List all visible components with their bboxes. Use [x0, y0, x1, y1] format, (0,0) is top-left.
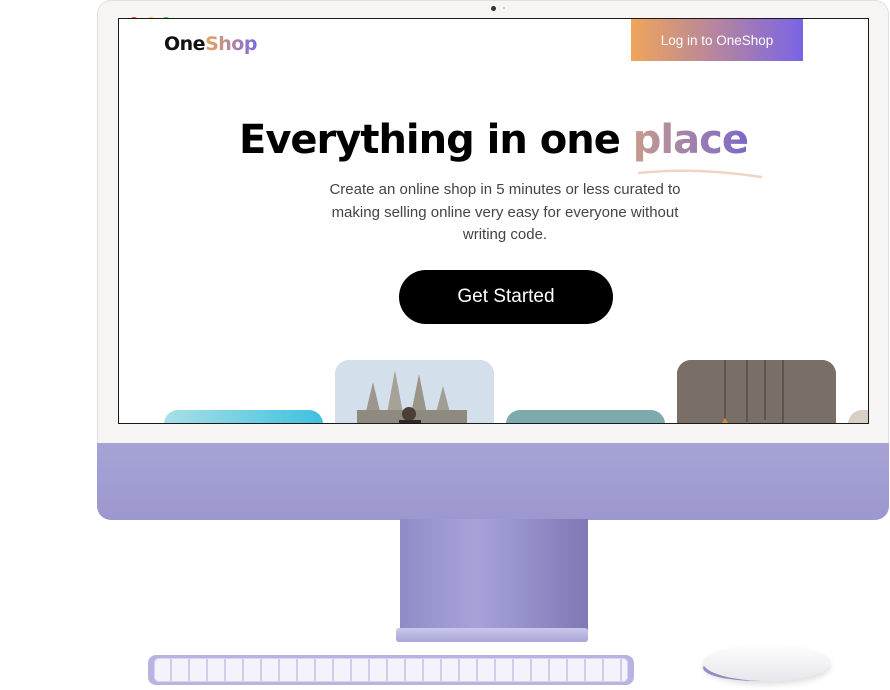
- preview-image-card: [506, 410, 665, 423]
- hero-title-accent: place: [632, 117, 749, 163]
- mouse: [703, 644, 831, 681]
- hero-title-main: Everything in one: [239, 117, 633, 163]
- imac-stand: [400, 519, 588, 631]
- camera-sensor: [503, 7, 505, 9]
- login-button[interactable]: Log in to OneShop: [631, 19, 803, 61]
- imac-stand-base: [396, 628, 588, 642]
- brand-logo-part1: One: [164, 33, 206, 55]
- preview-image-card: [335, 360, 494, 423]
- lamps-photo: [677, 360, 836, 423]
- preview-image-card: [677, 360, 836, 423]
- website-screen: OneShop Log in to OneShop Everything in …: [118, 18, 869, 424]
- get-started-button[interactable]: Get Started: [399, 270, 613, 324]
- cathedral-photo: [335, 360, 494, 423]
- hero-title: Everything in one place: [119, 117, 868, 163]
- preview-image-card: [848, 410, 868, 423]
- hero-subtitle: Create an online shop in 5 minutes or le…: [329, 181, 681, 243]
- keyboard-keys: [154, 658, 628, 682]
- brand-logo[interactable]: OneShop: [164, 33, 257, 55]
- keyboard: [148, 655, 634, 685]
- camera-icon: [491, 6, 496, 11]
- preview-image-card: [164, 410, 323, 423]
- imac-chin: [97, 443, 889, 520]
- brand-logo-part2: Shop: [205, 33, 257, 55]
